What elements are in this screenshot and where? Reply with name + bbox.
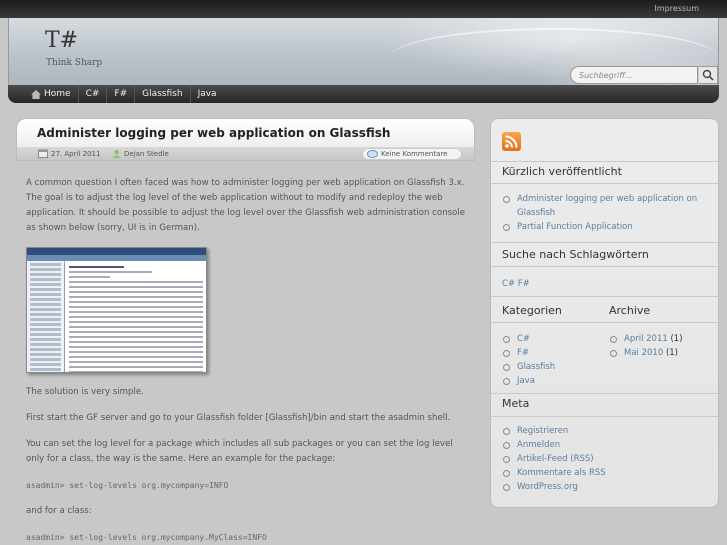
meta-link-article-feed[interactable]: Artikel-Feed (RSS) xyxy=(502,452,707,466)
post-paragraph: The solution is very simple. xyxy=(26,387,144,397)
top-bar: Impressum xyxy=(0,0,727,18)
search-input[interactable] xyxy=(570,66,698,84)
post-paragraph: You can set the log level for a package … xyxy=(26,439,453,464)
post-author-name[interactable]: Dejan Stedle xyxy=(124,150,169,158)
search-box xyxy=(570,65,718,85)
archive-item: Mai 2010 (1) xyxy=(609,346,709,360)
meta-title: Meta xyxy=(502,397,530,410)
comment-bubble-icon xyxy=(367,149,378,158)
nav-item-glassfish[interactable]: Glassfish xyxy=(135,85,191,103)
archive-link[interactable]: April 2011 xyxy=(624,334,668,344)
post-paragraph: A common question I often faced was how … xyxy=(26,178,465,233)
post-content: A common question I often faced was how … xyxy=(26,176,466,545)
nav-item-label: Home xyxy=(44,89,71,99)
post-author: Dejan Stedle xyxy=(112,149,169,158)
post-paragraph: and for a class: xyxy=(26,506,92,516)
post-date: 27. April 2011 xyxy=(38,149,100,158)
meta-link-register[interactable]: Registrieren xyxy=(502,424,707,438)
category-link[interactable]: Java xyxy=(502,374,602,388)
post-comments-text: Keine Kommentare xyxy=(381,150,448,158)
site-tagline: Think Sharp xyxy=(46,58,103,68)
categories-title: Kategorien xyxy=(502,304,562,317)
divider xyxy=(491,393,718,394)
tag-search-title: Suche nach Schlagwörtern xyxy=(502,248,649,261)
archive-title: Archive xyxy=(609,304,651,317)
category-link[interactable]: F# xyxy=(502,346,602,360)
meta-link-comments-feed[interactable]: Kommentare als RSS xyxy=(502,466,707,480)
meta-list: Registrieren Anmelden Artikel-Feed (RSS)… xyxy=(502,424,707,494)
nav-item-label: C# xyxy=(85,89,100,99)
recent-posts-title: Kürzlich veröffentlicht xyxy=(502,165,622,178)
post-title[interactable]: Administer logging per web application o… xyxy=(37,126,390,140)
post-comments-link[interactable]: Keine Kommentare xyxy=(362,148,462,160)
search-button[interactable] xyxy=(699,66,718,84)
calendar-icon xyxy=(38,149,48,158)
rss-feed-icon[interactable] xyxy=(502,132,521,151)
divider xyxy=(491,416,718,417)
nav-item-label: Java xyxy=(197,89,217,99)
code-sample: asadmin> set-log-levels org.mycompany.My… xyxy=(26,533,267,542)
categories-list: C# F# Glassfish Java xyxy=(502,332,602,388)
user-icon xyxy=(112,149,121,158)
post-meta: 27. April 2011 Dejan Stedle Keine Kommen… xyxy=(16,147,475,161)
nav-item-label: F# xyxy=(114,89,128,99)
recent-post-link[interactable]: Administer logging per web application o… xyxy=(502,192,707,220)
nav-item-label: Glassfish xyxy=(142,89,183,99)
archive-count: (1) xyxy=(670,334,683,344)
category-link[interactable]: Glassfish xyxy=(502,360,602,374)
site-logo[interactable]: T# xyxy=(45,28,78,53)
archive-item: April 2011 (1) xyxy=(609,332,709,346)
meta-link-wordpress[interactable]: WordPress.org xyxy=(502,480,707,494)
archive-list: April 2011 (1) Mai 2010 (1) xyxy=(609,332,709,360)
nav-item-csharp[interactable]: C# xyxy=(79,85,108,103)
divider xyxy=(491,296,718,297)
impressum-link[interactable]: Impressum xyxy=(655,4,699,13)
tag-cloud[interactable]: C# F# xyxy=(502,279,530,289)
post-header: Administer logging per web application o… xyxy=(16,118,475,147)
meta-link-login[interactable]: Anmelden xyxy=(502,438,707,452)
archive-link[interactable]: Mai 2010 xyxy=(624,348,663,358)
post-article: Administer logging per web application o… xyxy=(16,118,475,545)
code-sample: asadmin> set-log-levels org.mycompany=IN… xyxy=(26,481,229,490)
divider xyxy=(491,266,718,267)
main-nav: Home C# F# Glassfish Java xyxy=(8,85,719,103)
divider xyxy=(491,161,718,162)
nav-item-java[interactable]: Java xyxy=(191,85,224,103)
category-link[interactable]: C# xyxy=(502,332,602,346)
post-date-text: 27. April 2011 xyxy=(51,149,101,158)
home-icon xyxy=(31,89,41,99)
admin-console-screenshot[interactable] xyxy=(26,247,207,373)
nav-item-home[interactable]: Home xyxy=(24,85,79,103)
sidebar: Kürzlich veröffentlicht Administer loggi… xyxy=(490,118,719,508)
divider xyxy=(491,242,718,243)
search-icon xyxy=(702,69,714,81)
rss-icon xyxy=(505,135,518,148)
divider xyxy=(491,322,718,323)
recent-post-link[interactable]: Partial Function Application xyxy=(502,220,707,234)
post-paragraph: First start the GF server and go to your… xyxy=(26,413,451,423)
archive-count: (1) xyxy=(665,348,678,358)
nav-item-fsharp[interactable]: F# xyxy=(107,85,136,103)
recent-posts-list: Administer logging per web application o… xyxy=(502,192,707,234)
divider xyxy=(491,183,718,184)
